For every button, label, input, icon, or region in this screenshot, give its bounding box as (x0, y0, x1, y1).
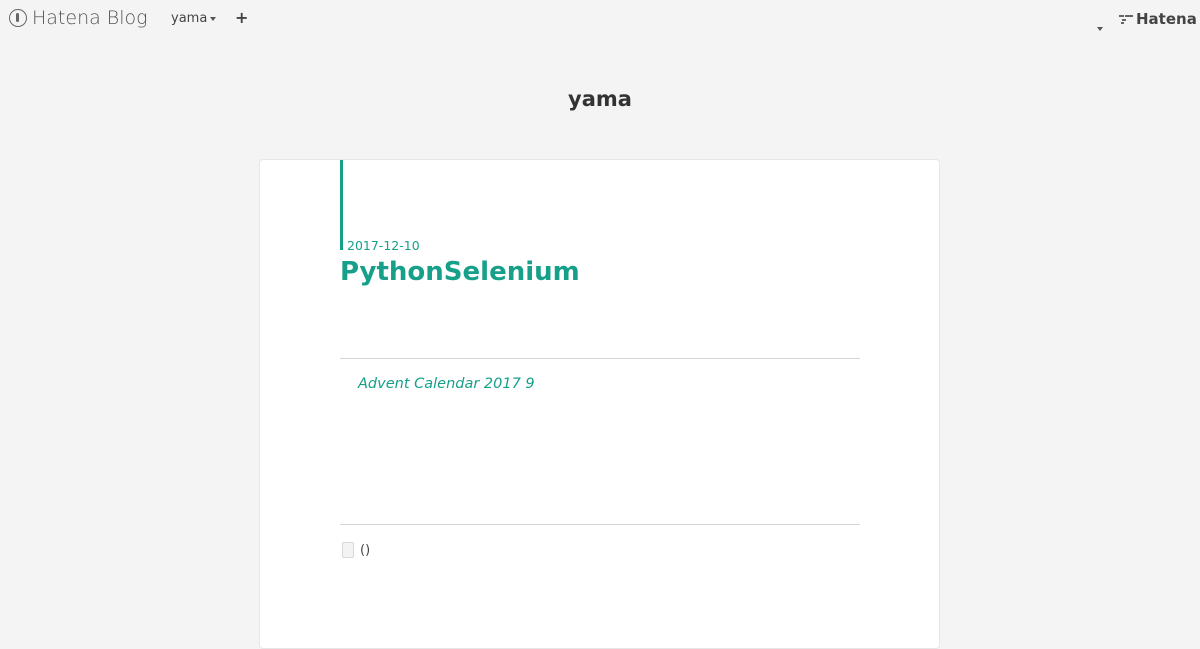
blog-title[interactable]: yama (0, 87, 1200, 111)
category-text: () (360, 542, 371, 558)
header-dropdown-button[interactable] (1094, 16, 1103, 35)
entry-card: 2017-12-10 PythonSelenium Advent Calenda… (259, 159, 940, 649)
logo-text: Hatena Blog (32, 7, 148, 29)
entry-date[interactable]: 2017-12-10 (347, 238, 420, 253)
entry-content-link[interactable]: Advent Calendar 2017 9 (358, 376, 535, 392)
entry-accent-bar (340, 160, 343, 250)
entry-title[interactable]: PythonSelenium (340, 257, 580, 287)
hatena-blog-logo-icon (9, 9, 27, 27)
global-header: Hatena Blog yama + Hatena (0, 0, 1200, 37)
divider (340, 358, 860, 359)
hatena-label: Hatena (1136, 10, 1197, 28)
hatena-blog-logo[interactable]: Hatena Blog (9, 7, 148, 29)
add-post-button[interactable]: + (235, 8, 248, 27)
entry-footer: () (342, 542, 370, 558)
chevron-down-icon (210, 16, 217, 21)
divider (340, 524, 860, 525)
user-menu-button[interactable]: yama (171, 11, 217, 26)
hatena-icon (1119, 15, 1133, 24)
user-name: yama (171, 11, 208, 26)
hatena-menu-button[interactable]: Hatena (1119, 10, 1197, 28)
chevron-down-icon (1097, 27, 1103, 31)
category-button[interactable] (342, 542, 354, 558)
